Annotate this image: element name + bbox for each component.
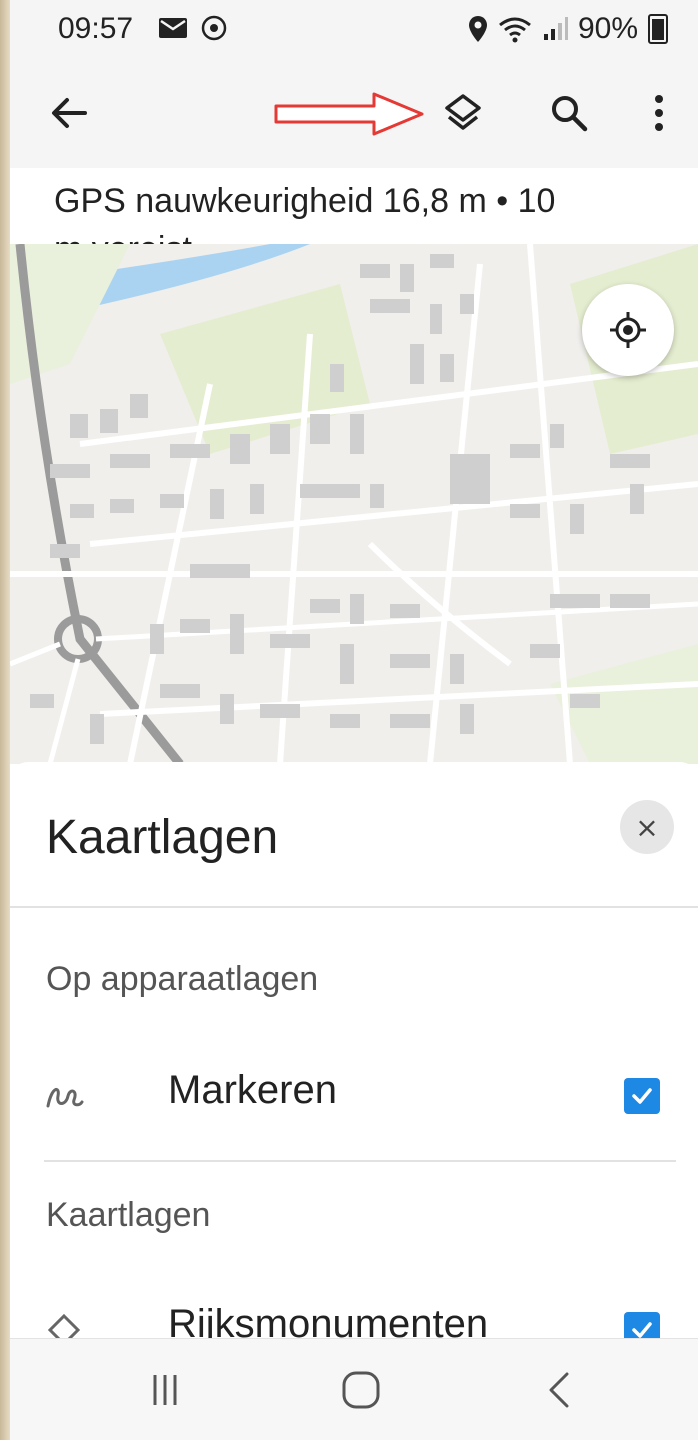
row-divider xyxy=(44,1160,676,1162)
back-button[interactable] xyxy=(34,78,104,148)
sheet-title: Kaartlagen xyxy=(46,811,279,864)
sheet-divider xyxy=(10,906,698,908)
status-right: 90% xyxy=(468,12,668,46)
recents-icon xyxy=(153,1375,177,1405)
status-bar: 09:57 90% xyxy=(10,0,698,58)
arrow-left-icon xyxy=(52,98,87,128)
battery-icon xyxy=(648,14,668,44)
check-icon xyxy=(632,1088,652,1104)
layer-label-markeren: Markeren xyxy=(168,1068,337,1112)
system-nav-bar xyxy=(10,1338,698,1440)
map-view[interactable] xyxy=(10,244,698,764)
gps-accuracy-banner: GPS nauwkeurigheid 16,8 m • 10 m vereist xyxy=(10,168,698,245)
status-time: 09:57 xyxy=(58,12,134,45)
section-device-layers: Op apparaatlagen xyxy=(46,960,319,998)
sync-icon xyxy=(201,15,227,41)
layer-row-markeren[interactable]: Markeren xyxy=(10,1048,698,1148)
squiggle-icon xyxy=(46,1087,84,1108)
layer-label-rijksmonumenten: Rijksmonumenten xyxy=(168,1302,489,1338)
gps-accuracy-text: GPS nauwkeurigheid 16,8 m • 10 xyxy=(54,182,556,220)
nav-back-icon xyxy=(549,1372,569,1408)
mail-icon xyxy=(159,18,187,38)
battery-percent: 90% xyxy=(577,12,638,45)
nav-back-button[interactable] xyxy=(524,1365,594,1415)
layer-row-rijksmonumenten[interactable]: Rijksmonumenten xyxy=(10,1282,698,1338)
layers-button[interactable] xyxy=(428,78,498,148)
layers-sheet: Kaartlagen × Op apparaatlagen Markeren K… xyxy=(10,762,698,1338)
my-location-button[interactable] xyxy=(582,284,674,376)
notification-icons xyxy=(158,14,228,42)
gps-accuracy-text-line2: m vereist xyxy=(54,230,192,244)
layer-checkbox-markeren[interactable] xyxy=(624,1078,660,1114)
background-edge xyxy=(0,0,10,1440)
home-button[interactable] xyxy=(326,1365,396,1415)
my-location-icon xyxy=(610,312,646,348)
diamond-icon xyxy=(47,1313,81,1338)
location-pin-icon xyxy=(468,16,487,42)
red-arrow-annotation xyxy=(274,92,424,136)
signal-icon xyxy=(543,17,568,40)
phone-screen: 09:57 90% GPS nauwkeurigheid 16,8 m • 10… xyxy=(10,0,698,1440)
home-icon xyxy=(342,1371,380,1409)
recents-button[interactable] xyxy=(130,1365,200,1415)
search-button[interactable] xyxy=(534,78,604,148)
layer-checkbox-rijksmonumenten[interactable] xyxy=(624,1312,660,1338)
overflow-menu-button[interactable] xyxy=(624,78,694,148)
more-vert-icon xyxy=(655,95,663,131)
search-icon xyxy=(552,96,588,132)
layers-icon xyxy=(445,94,481,130)
app-toolbar xyxy=(10,58,698,168)
section-map-layers: Kaartlagen xyxy=(46,1196,211,1234)
wifi-icon xyxy=(499,17,531,43)
check-icon xyxy=(632,1322,652,1338)
close-button[interactable]: × xyxy=(620,800,674,854)
